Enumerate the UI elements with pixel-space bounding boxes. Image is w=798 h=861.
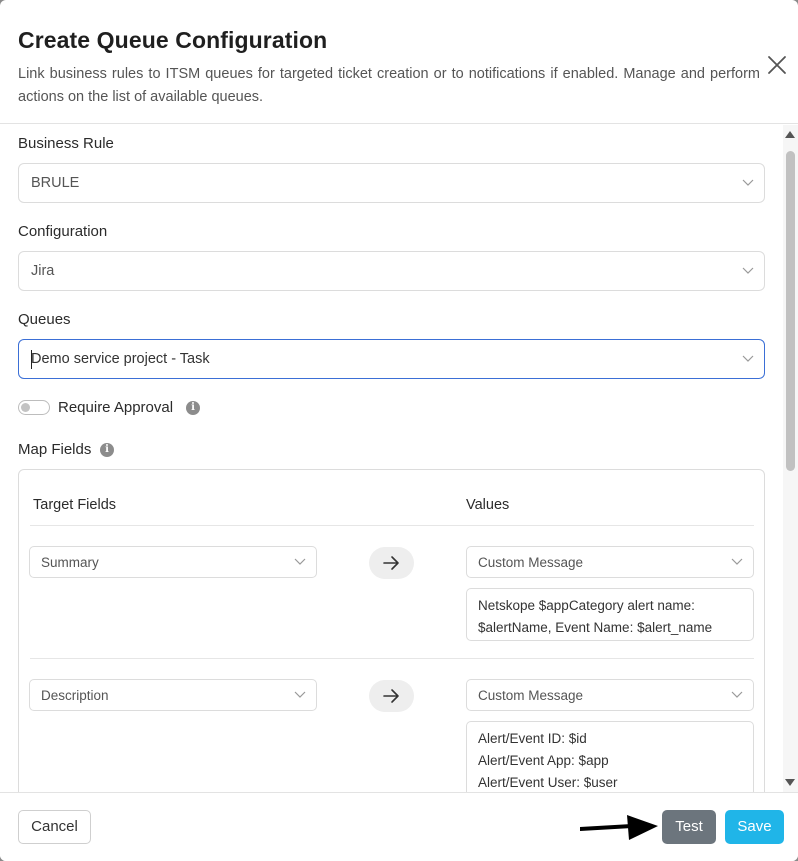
target-field-select[interactable]: Summary xyxy=(29,546,317,578)
save-button[interactable]: Save xyxy=(725,810,784,844)
chevron-down-icon xyxy=(294,691,306,698)
target-field-select[interactable]: Description xyxy=(29,679,317,711)
configuration-select[interactable]: Jira xyxy=(18,251,765,291)
map-fields-table: Target Fields Values Summary Custom Mess… xyxy=(18,469,765,792)
message-line: Alert/Event ID: $id xyxy=(478,731,587,746)
chevron-down-icon xyxy=(731,558,743,565)
info-icon[interactable]: i xyxy=(186,401,200,415)
info-icon[interactable]: i xyxy=(100,443,114,457)
pointer-arrow-icon xyxy=(580,815,658,840)
divider xyxy=(30,658,754,659)
modal-subtitle: Link business rules to ITSM queues for t… xyxy=(18,66,760,105)
scroll-up-arrow-icon[interactable] xyxy=(785,131,795,138)
chevron-down-icon xyxy=(731,691,743,698)
business-rule-select[interactable]: BRULE xyxy=(18,163,765,203)
chevron-down-icon xyxy=(742,355,754,362)
values-header: Values xyxy=(466,497,510,513)
queues-select[interactable]: Demo service project - Task xyxy=(18,339,765,379)
configuration-label: Configuration xyxy=(18,223,108,240)
chevron-down-icon xyxy=(742,179,754,186)
queue-config-modal: Create Queue Configuration Link business… xyxy=(0,0,798,861)
target-field-value: Summary xyxy=(41,555,99,570)
message-line: Alert/Event User: $user xyxy=(478,775,618,790)
target-field-value: Description xyxy=(41,688,109,703)
test-button[interactable]: Test xyxy=(662,810,716,844)
value-type-value: Custom Message xyxy=(478,555,584,570)
custom-message-textarea[interactable]: Alert/Event ID: $id Alert/Event App: $ap… xyxy=(466,721,754,792)
vertical-scrollbar[interactable] xyxy=(783,125,798,792)
arrow-right-icon xyxy=(383,556,399,570)
value-type-select[interactable]: Custom Message xyxy=(466,679,754,711)
require-approval-toggle[interactable] xyxy=(18,400,50,415)
modal-body: Business Rule BRULE Configuration Jira Q… xyxy=(0,125,782,792)
configuration-value: Jira xyxy=(31,263,55,279)
business-rule-value: BRULE xyxy=(31,175,80,191)
value-type-value: Custom Message xyxy=(478,688,584,703)
target-fields-header: Target Fields xyxy=(33,497,117,513)
modal-header: Create Queue Configuration Link business… xyxy=(0,0,798,124)
scroll-down-arrow-icon[interactable] xyxy=(785,779,795,786)
queues-value: Demo service project - Task xyxy=(31,351,210,367)
cancel-button[interactable]: Cancel xyxy=(18,810,91,844)
queues-label: Queues xyxy=(18,311,71,328)
scrollbar-thumb[interactable] xyxy=(786,151,795,471)
chevron-down-icon xyxy=(294,558,306,565)
custom-message-textarea[interactable]: Netskope $appCategory alert name: $alert… xyxy=(466,588,754,641)
message-line: Alert/Event App: $app xyxy=(478,753,609,768)
modal-title: Create Queue Configuration xyxy=(18,27,328,53)
close-icon[interactable] xyxy=(764,52,790,78)
toggle-knob xyxy=(21,403,30,412)
require-approval-label: Require Approval xyxy=(58,399,174,416)
modal-footer: Cancel Test Save xyxy=(0,792,798,861)
value-type-select[interactable]: Custom Message xyxy=(466,546,754,578)
map-arrow-button[interactable] xyxy=(369,680,414,712)
chevron-down-icon xyxy=(742,267,754,274)
arrow-right-icon xyxy=(383,689,399,703)
divider xyxy=(30,525,754,526)
map-fields-label: Map Fields xyxy=(18,441,92,458)
business-rule-label: Business Rule xyxy=(18,135,114,152)
map-arrow-button[interactable] xyxy=(369,547,414,579)
